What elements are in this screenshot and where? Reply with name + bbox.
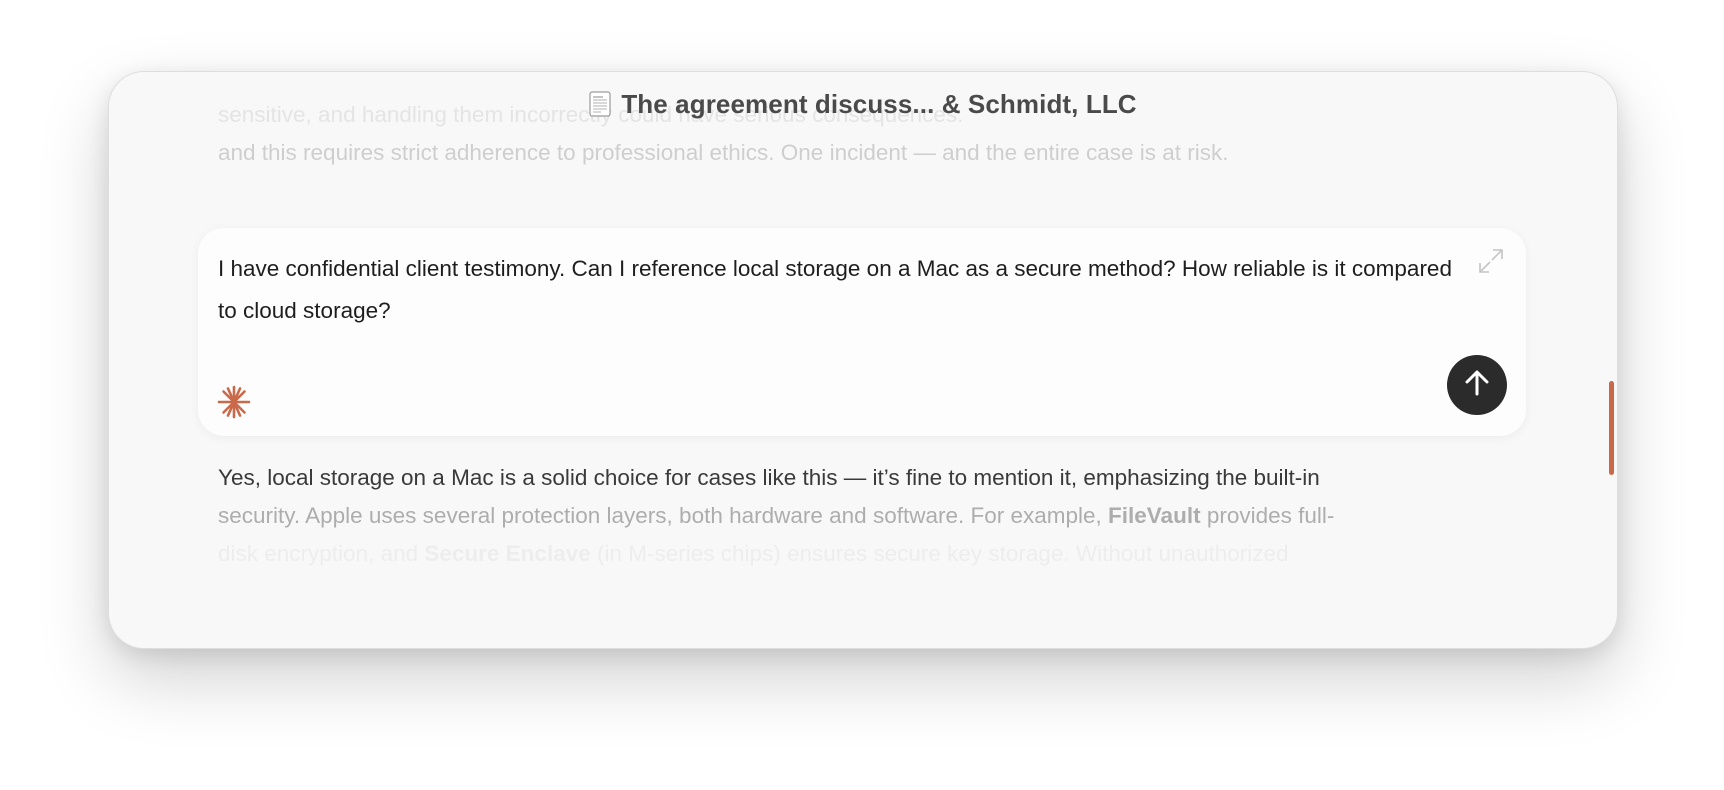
expand-icon[interactable] bbox=[1476, 246, 1506, 276]
document-icon bbox=[589, 91, 611, 117]
sparkle-icon[interactable] bbox=[216, 384, 252, 420]
response-bold-term: FileVault bbox=[1108, 503, 1201, 528]
desktop-background: The agreement discuss... & Schmidt, LLC … bbox=[0, 0, 1724, 790]
send-button[interactable] bbox=[1447, 355, 1507, 415]
previous-message-line: and this requires strict adherence to pr… bbox=[218, 140, 1229, 165]
response-text: (in M-series chips) ensures secure key s… bbox=[590, 541, 1289, 566]
arrow-up-icon bbox=[1462, 368, 1492, 403]
response-line: security. Apple uses several protection … bbox=[218, 503, 1334, 529]
response-text: disk encryption, and bbox=[218, 541, 425, 566]
prompt-card[interactable]: I have confidential client testimony. Ca… bbox=[198, 228, 1526, 436]
scrollbar-thumb[interactable] bbox=[1609, 381, 1614, 475]
prompt-text[interactable]: I have confidential client testimony. Ca… bbox=[218, 248, 1458, 332]
response-line: Yes, local storage on a Mac is a solid c… bbox=[218, 465, 1320, 490]
title-bar: The agreement discuss... & Schmidt, LLC bbox=[109, 72, 1617, 136]
response-line: disk encryption, and Secure Enclave (in … bbox=[218, 541, 1289, 567]
chat-window: The agreement discuss... & Schmidt, LLC … bbox=[108, 71, 1618, 649]
response-text: security. Apple uses several protection … bbox=[218, 503, 1109, 528]
window-title: The agreement discuss... & Schmidt, LLC bbox=[621, 88, 1137, 119]
response-text: provides full- bbox=[1200, 503, 1335, 528]
response-bold-term: Secure Enclave bbox=[424, 541, 591, 566]
